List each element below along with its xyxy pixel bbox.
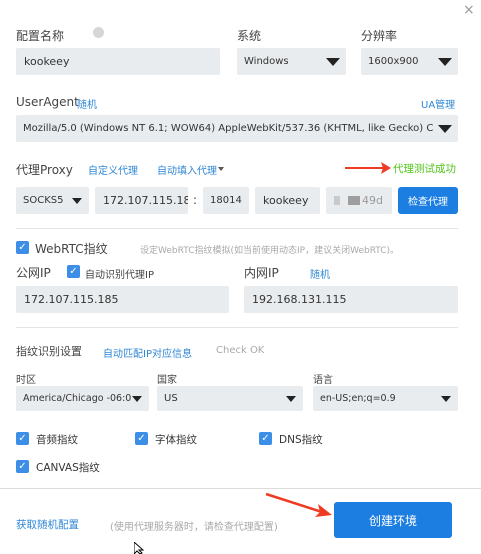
language-label: 语言 (313, 375, 333, 386)
mouse-cursor-icon (134, 542, 144, 554)
audio-fingerprint-label: 音频指纹 (36, 434, 78, 446)
chevron-down-icon (326, 57, 340, 66)
chevron-down-icon (438, 57, 452, 66)
autofill-proxy-link[interactable]: 自动填入代理 (157, 162, 217, 177)
public-ip-label: 公网IP (16, 266, 51, 280)
resolution-select[interactable]: 1600x900 (361, 48, 458, 75)
useragent-random-link[interactable]: 随机 (77, 96, 97, 111)
chevron-down-icon (132, 395, 142, 402)
help-icon (93, 27, 104, 38)
system-label: 系统 (237, 29, 262, 43)
divider (16, 228, 458, 229)
country-label: 国家 (157, 375, 177, 386)
chevron-down-icon[interactable] (218, 167, 224, 171)
language-select[interactable]: en-US;en;q=0.9 (313, 386, 458, 411)
country-value: US (164, 393, 178, 404)
create-environment-button[interactable]: 创建环境 (334, 502, 452, 538)
password-mask (334, 196, 340, 205)
proxy-username-input[interactable]: kookeey (255, 187, 320, 214)
proxy-port-input[interactable]: 18014 (203, 187, 249, 214)
port-separator: : (193, 193, 198, 207)
system-select[interactable]: Windows (237, 48, 346, 75)
dns-fingerprint-label: DNS指纹 (279, 434, 323, 446)
useragent-label: UserAgent (16, 95, 79, 109)
internal-ip-input[interactable]: 192.168.131.115 (244, 286, 458, 313)
resolution-label: 分辨率 (361, 29, 398, 43)
webrtc-checkbox[interactable]: ✓ (16, 241, 29, 254)
system-value: Windows (244, 56, 289, 67)
proxy-status-text: 代理测试成功 (393, 163, 456, 175)
arrow-annotation-icon (345, 162, 391, 174)
webrtc-hint: 设定WebRTC指纹模拟(如当前使用动态IP，建议关闭WebRTC)。 (140, 246, 400, 256)
public-ip-input[interactable]: 172.107.115.185 (16, 286, 229, 313)
audio-fingerprint-checkbox[interactable]: ✓ (16, 432, 29, 445)
chevron-down-icon (438, 124, 452, 133)
proxy-type-select[interactable]: SOCKS5 (16, 187, 89, 214)
password-mask (348, 196, 360, 205)
get-random-config-link[interactable]: 获取随机配置 (16, 517, 79, 532)
country-select[interactable]: US (157, 386, 303, 411)
auto-match-ip-link[interactable]: 自动匹配IP对应信息 (103, 345, 192, 360)
timezone-value: America/Chicago -06:0 (23, 393, 132, 404)
proxy-config-note: (使用代理服务器时，请检查代理配置) (110, 522, 278, 533)
ua-manage-link[interactable]: UA管理 (421, 96, 455, 111)
canvas-fingerprint-checkbox[interactable]: ✓ (16, 460, 29, 473)
canvas-fingerprint-label: CANVAS指纹 (36, 462, 100, 474)
useragent-value: Mozilla/5.0 (Windows NT 6.1; WOW64) Appl… (23, 123, 434, 134)
useragent-select[interactable]: Mozilla/5.0 (Windows NT 6.1; WOW64) Appl… (16, 115, 458, 142)
divider (16, 327, 458, 328)
proxy-host-input[interactable]: 172.107.115.18 (95, 187, 188, 214)
resolution-value: 1600x900 (368, 56, 419, 67)
arrow-annotation-icon (265, 492, 332, 517)
timezone-label: 时区 (16, 375, 36, 386)
proxy-type-value: SOCKS5 (23, 195, 64, 206)
chevron-down-icon (441, 395, 451, 402)
profile-name-label: 配置名称 (16, 29, 65, 43)
chevron-down-icon (72, 197, 82, 204)
check-proxy-button[interactable]: 检查代理 (398, 187, 458, 214)
divider (0, 488, 481, 489)
custom-proxy-link[interactable]: 自定义代理 (88, 162, 138, 177)
dns-fingerprint-checkbox[interactable]: ✓ (259, 432, 272, 445)
proxy-label: 代理Proxy (16, 163, 73, 177)
chevron-down-icon (286, 395, 296, 402)
timezone-select[interactable]: America/Chicago -06:0 (16, 386, 149, 411)
auto-detect-ip-label: 自动识别代理IP (85, 270, 154, 281)
check-ok-text: Check OK (216, 345, 265, 356)
fingerprint-settings-label: 指纹识别设置 (16, 345, 82, 358)
auto-detect-ip-checkbox[interactable]: ✓ (67, 265, 80, 278)
proxy-password-input[interactable]: 49d (326, 187, 392, 214)
font-fingerprint-label: 字体指纹 (155, 434, 197, 446)
internal-ip-label: 内网IP (244, 266, 279, 280)
language-value: en-US;en;q=0.9 (320, 393, 396, 404)
internal-ip-random-link[interactable]: 随机 (310, 266, 330, 281)
profile-name-input[interactable]: kookeey (16, 48, 220, 75)
close-icon[interactable]: × (463, 2, 475, 18)
font-fingerprint-checkbox[interactable]: ✓ (135, 432, 148, 445)
password-visible-part: 49d (362, 194, 383, 207)
webrtc-label: WebRTC指纹 (35, 242, 108, 256)
